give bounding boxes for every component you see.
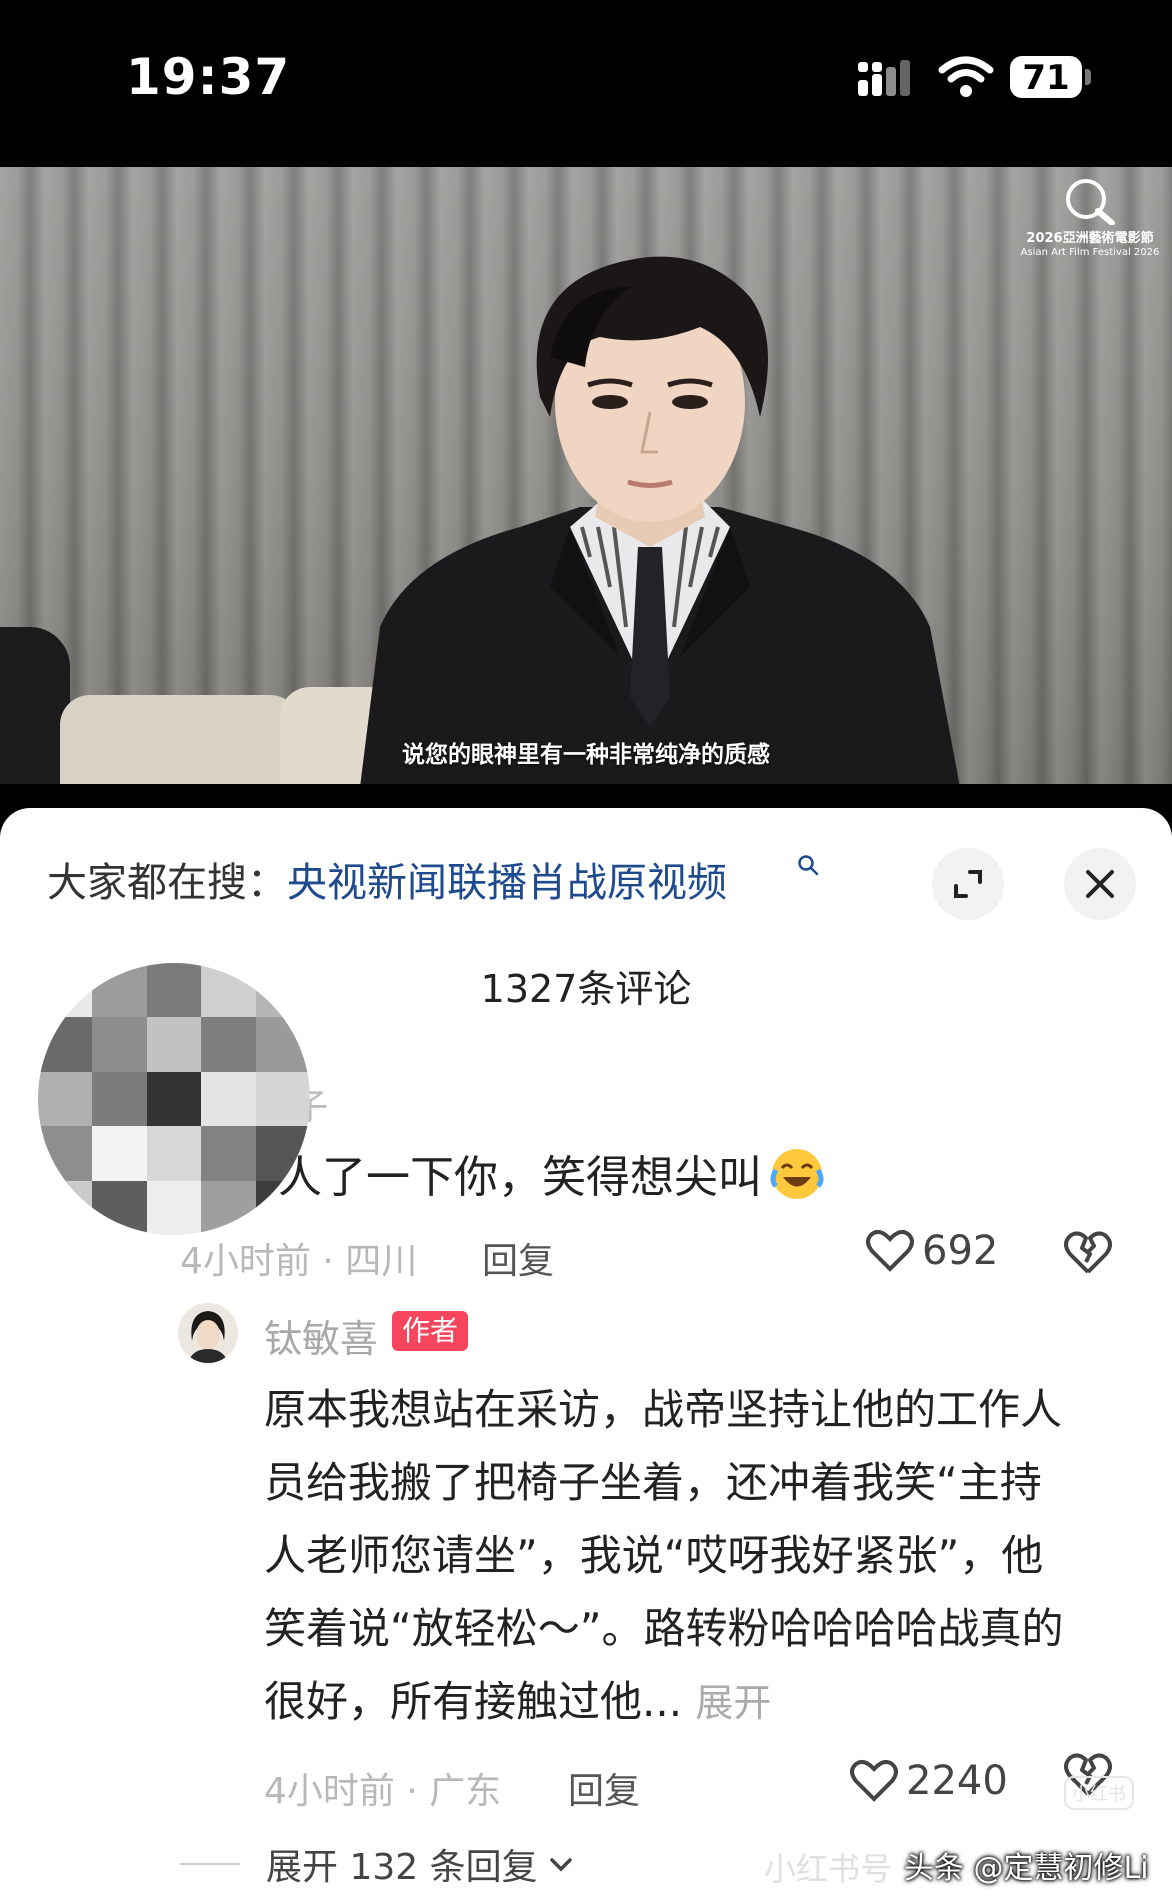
author-name[interactable]: 钛敏喜 <box>264 1308 378 1363</box>
expand-replies-button[interactable]: 展开 132 条回复 <box>180 1838 576 1890</box>
close-icon <box>1086 870 1114 898</box>
festival-logo-en: Asian Art Film Festival 2026 <box>1020 247 1160 258</box>
reply-like-button[interactable]: 2240 <box>850 1758 1008 1804</box>
wifi-icon <box>938 56 994 97</box>
video-player[interactable]: 2026亞洲藝術電影節 Asian Art Film Festival 2026… <box>0 167 1172 784</box>
trending-search-prefix: 大家都在搜： <box>47 860 287 906</box>
close-button[interactable] <box>1064 848 1136 920</box>
video-subtitle: 说您的眼神里有一种非常纯净的质感 <box>402 742 770 768</box>
reply-like-count: 2240 <box>906 1758 1008 1804</box>
comment-like-button[interactable]: 692 <box>866 1228 998 1274</box>
author-avatar[interactable] <box>178 1303 238 1363</box>
reply-line: 人老师您请坐”，我说“哎呀我好紧张”，他 <box>264 1531 1044 1580</box>
reply-line: 很好，所有接触过他... <box>264 1677 683 1726</box>
reply-line: 笑着说“放轻松～”。路转粉哈哈哈哈战真的 <box>264 1604 1064 1653</box>
reply-reply-button[interactable]: 回复 <box>568 1762 640 1814</box>
comment-text-body: 人了一下你，笑得想尖叫 <box>278 1152 762 1203</box>
reply-line-last: 很好，所有接触过他... 展开 <box>264 1665 1124 1740</box>
laughing-crying-emoji-icon <box>770 1149 824 1199</box>
status-time: 19:37 <box>126 48 291 106</box>
search-icon[interactable] <box>797 854 819 876</box>
expand-icon <box>954 870 982 898</box>
xiaohongshu-logo-watermark: 小红书 <box>1064 1776 1134 1810</box>
author-badge: 作者 <box>392 1311 469 1351</box>
comment-text: 人了一下你，笑得想尖叫 <box>278 1141 826 1205</box>
heart-icon <box>866 1229 914 1272</box>
chevron-down-icon <box>549 1858 572 1872</box>
festival-logo: 2026亞洲藝術電影節 Asian Art Film Festival 2026 <box>1010 175 1170 265</box>
expand-replies-label: 展开 132 条回复 <box>266 1847 538 1888</box>
expand-button[interactable] <box>932 848 1004 920</box>
comment-reply-button[interactable]: 回复 <box>482 1232 554 1284</box>
reply-line: 原本我想站在采访，战帝坚持让他的工作人 <box>264 1385 1063 1434</box>
comment-like-count: 692 <box>922 1228 999 1274</box>
comment-sheet: 大家都在搜：央视新闻联播肖战原视频 1327条评论 子 人了一下你，笑得想尖叫 <box>0 808 1172 1904</box>
reply-meta: 4小时前 · 广东 <box>264 1771 502 1812</box>
battery-level: 71 <box>1022 58 1070 98</box>
festival-logo-cn: 2026亞洲藝術電影節 <box>1026 231 1154 246</box>
divider-dash <box>180 1863 240 1865</box>
battery-indicator: 71 <box>1010 56 1091 98</box>
commenter-avatar-pixelated[interactable] <box>38 963 310 1235</box>
video-person-illustration <box>360 256 960 784</box>
trending-search[interactable]: 大家都在搜：央视新闻联播肖战原视频 <box>47 850 819 908</box>
trending-search-query[interactable]: 央视新闻联播肖战原视频 <box>287 860 727 906</box>
cellular-signal-icon <box>858 60 910 96</box>
status-bar: 19:37 71 <box>0 0 1172 167</box>
broken-heart-icon[interactable] <box>1064 1230 1112 1276</box>
heart-icon <box>850 1759 898 1802</box>
reply-line: 员给我搬了把椅子坐着，还冲着我笑“主持 <box>264 1458 1042 1507</box>
magnifier-logo-icon <box>1066 179 1115 225</box>
expand-text-button[interactable]: 展开 <box>695 1681 771 1725</box>
toutiao-watermark: 头条 @定慧初修Li <box>904 1851 1149 1886</box>
comment-meta: 4小时前 · 四川 <box>180 1241 418 1282</box>
xiaohongshu-watermark: 小红书号 <box>764 1850 893 1888</box>
author-reply-text: 原本我想站在采访，战帝坚持让他的工作人 员给我搬了把椅子坐着，还冲着我笑“主持 … <box>264 1373 1124 1740</box>
